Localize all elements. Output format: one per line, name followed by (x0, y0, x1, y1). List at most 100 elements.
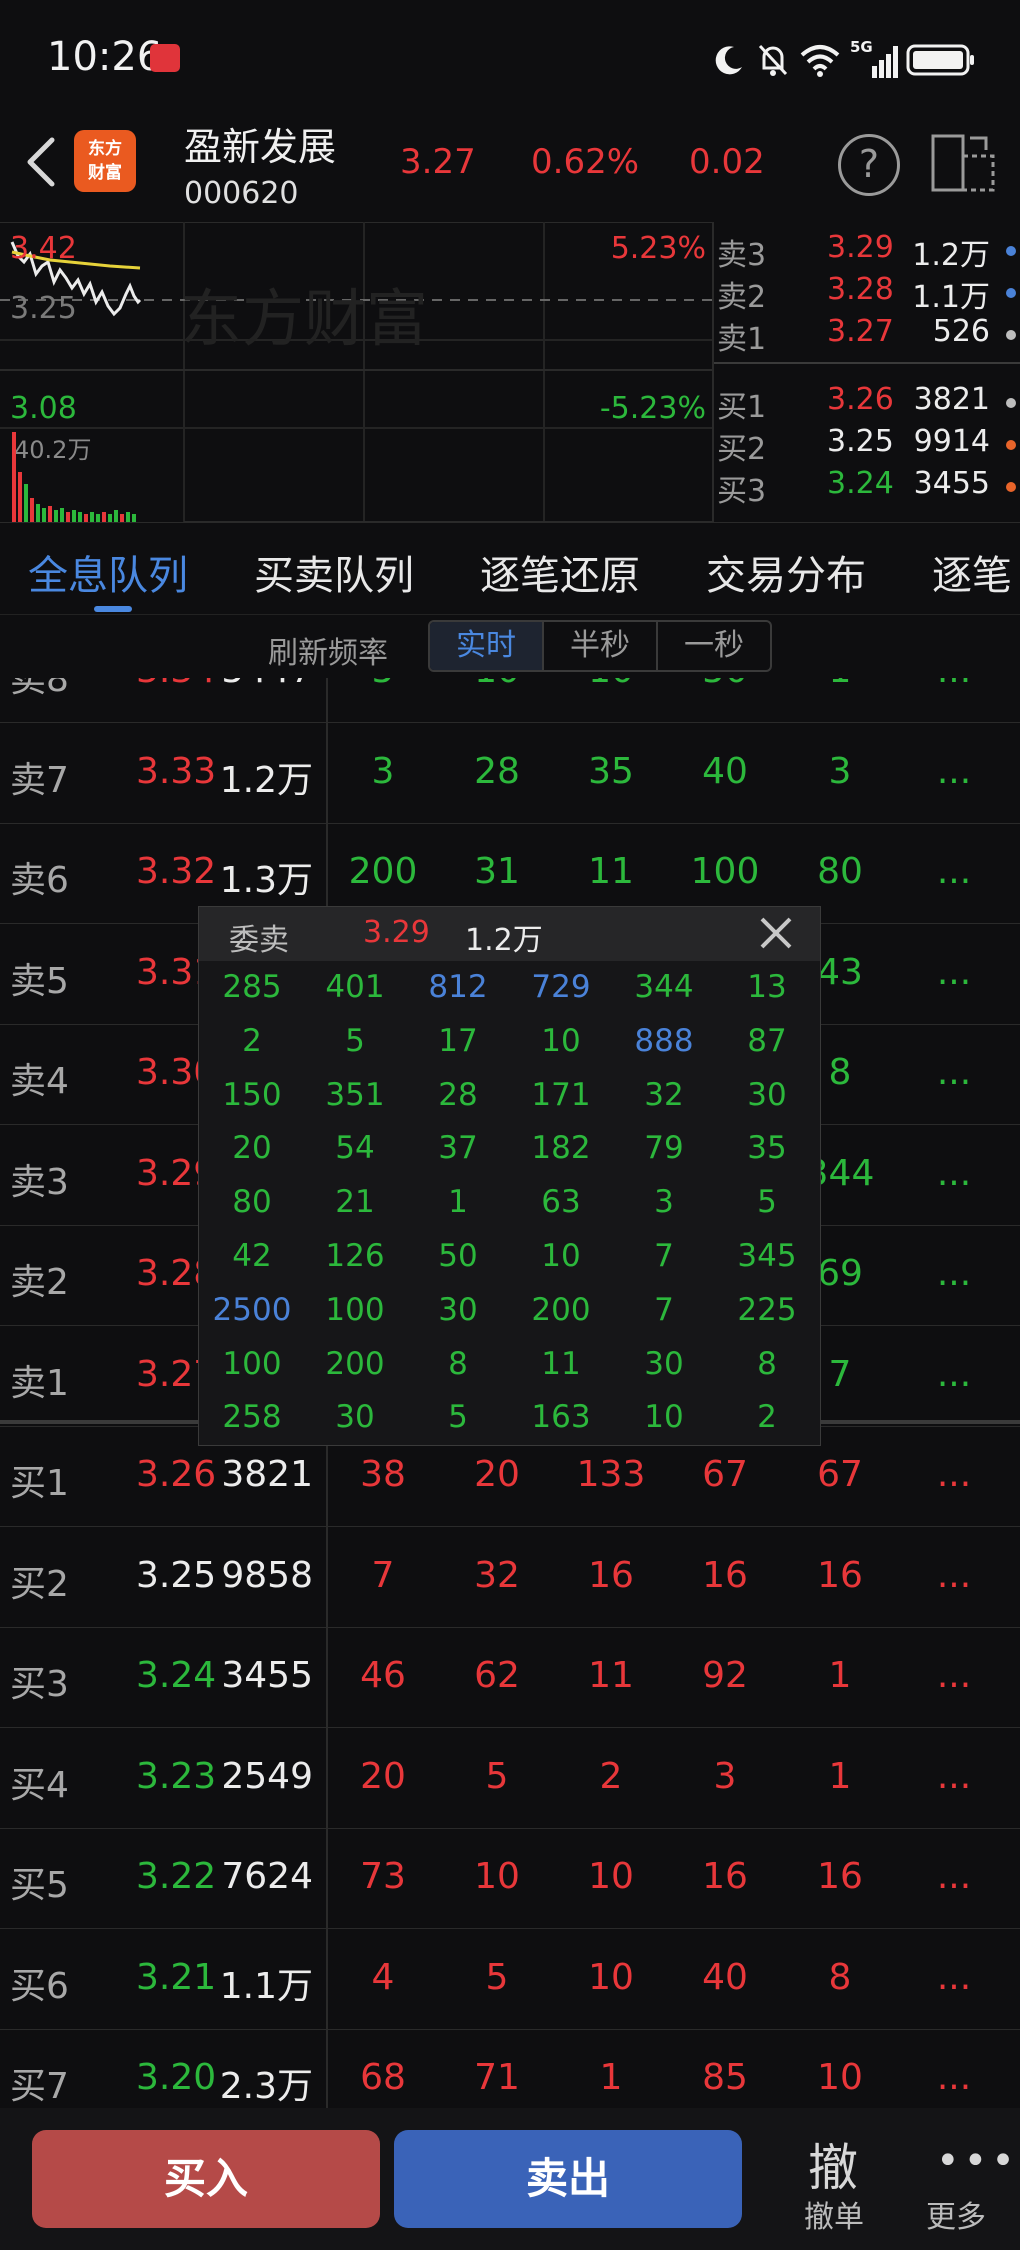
mini-order-book[interactable]: 卖3 3.29 1.2万 卖2 3.28 1.1万 卖1 3.27 526 买1 3.26 3821 买… (712, 222, 1020, 522)
popup-order-cell: 150 (222, 1076, 282, 1113)
popup-order-cell: 30 (644, 1345, 684, 1382)
cancel-order-icon[interactable]: 撤 (808, 2128, 858, 2200)
mini-book-label: 卖2 (717, 280, 767, 315)
popup-order-cell: 28 (438, 1076, 478, 1113)
mini-book-row[interactable]: 卖1 3.27 526 (712, 314, 1020, 357)
mini-book-label: 买1 (717, 390, 767, 425)
popup-order-cell: 42 (232, 1238, 272, 1274)
queue-row[interactable]: 买5 3.22 7624 73 10 10 16 16... (0, 1828, 1020, 1929)
queue-row-label: 买2 (10, 1563, 69, 1605)
popup-price: 3.29 (363, 915, 430, 950)
wifi-icon (800, 45, 840, 77)
mini-book-row[interactable]: 卖2 3.28 1.1万 (712, 272, 1020, 315)
queue-row-label: 卖3 (10, 1161, 69, 1203)
chart-volume-max: 40.2万 (14, 436, 91, 464)
queue-order-cell: 10 (474, 1856, 520, 1897)
popup-order-cell: 171 (531, 1076, 591, 1113)
queue-row-label: 卖2 (10, 1262, 69, 1303)
queue-order-cell: 16 (702, 1856, 748, 1897)
popup-order-cell: 401 (325, 969, 385, 1005)
popup-order-cell: 54 (335, 1130, 375, 1167)
queue-order-cell: 2 (599, 1755, 623, 1797)
queue-row[interactable]: 买6 3.21 1.1万 4 5 10 40 8... (0, 1929, 1020, 2030)
mini-book-label: 买3 (717, 474, 767, 509)
back-button[interactable] (18, 132, 68, 192)
tab-bid-ask-queue[interactable]: 买卖队列 (254, 543, 414, 601)
queue-row[interactable]: 买2 3.25 9858 7 32 16 16 16... (0, 1527, 1020, 1628)
refresh-option-one-second[interactable]: 一秒 (656, 622, 770, 670)
mini-book-volume: 1.2万 (912, 238, 990, 273)
queue-row[interactable]: 卖7 3.33 1.2万 3 28 35 40 3... (0, 723, 1020, 824)
mini-book-row[interactable]: 卖3 3.29 1.2万 (712, 230, 1020, 273)
popup-order-cell: 5 (448, 1399, 468, 1436)
queue-order-cell: 31 (474, 851, 520, 892)
mini-book-dot (1006, 482, 1016, 492)
close-icon[interactable] (756, 913, 796, 953)
queue-row-label: 卖4 (10, 1061, 69, 1102)
queue-order-cell: 7 (371, 1554, 395, 1596)
mini-book-row[interactable]: 买2 3.25 9914 (712, 424, 1020, 467)
queue-row-label: 卖1 (10, 1362, 69, 1404)
queue-row[interactable]: 买4 3.23 2549 20 5 2 3 1... (0, 1728, 1020, 1829)
queue-row-price: 3.33 (136, 750, 217, 792)
mini-book-volume: 9914 (913, 424, 990, 459)
queue-row-price: 3.23 (136, 1755, 217, 1797)
popup-order-cell: 7 (654, 1291, 674, 1328)
queue-order-cell: 71 (474, 2057, 520, 2098)
mini-book-price: 3.26 (827, 382, 894, 417)
buy-button[interactable]: 买入 (32, 2130, 380, 2228)
queue-row[interactable]: 卖8 3.34 5447 5 10 10 50 1... (0, 678, 1020, 723)
queue-row-price: 3.21 (136, 1956, 217, 1998)
tab-tick-more[interactable]: 逐笔 (932, 543, 1012, 601)
refresh-option-realtime[interactable]: 实时 (430, 622, 542, 670)
sell-button[interactable]: 卖出 (394, 2130, 742, 2228)
refresh-option-half-second[interactable]: 半秒 (542, 622, 656, 670)
queue-row-volume: 1.3万 (219, 860, 313, 901)
tab-full-queue[interactable]: 全息队列 (28, 543, 188, 601)
queue-row[interactable]: 买3 3.24 3455 46 62 11 92 1... (0, 1627, 1020, 1728)
popup-order-cell: 345 (737, 1238, 797, 1274)
queue-order-cell: 28 (474, 750, 520, 792)
split-screen-icon[interactable] (930, 132, 996, 194)
queue-row[interactable]: 买7 3.20 2.3万 68 71 1 85 10... (0, 2029, 1020, 2108)
more-label[interactable]: 更多 (926, 2192, 986, 2236)
mini-book-volume: 3821 (913, 382, 990, 417)
queue-row-label: 卖8 (10, 678, 69, 700)
popup-order-cell: 50 (438, 1238, 478, 1274)
tab-trade-distribution[interactable]: 交易分布 (706, 543, 866, 601)
mini-book-price: 3.24 (827, 466, 894, 501)
popup-order-cell: 812 (428, 969, 488, 1005)
help-button[interactable]: ? (838, 134, 900, 196)
queue-order-cell: ... (936, 1052, 972, 1093)
moon-icon (715, 46, 742, 75)
popup-order-cell: 2500 (212, 1291, 292, 1328)
queue-order-cell: 35 (588, 750, 634, 792)
queue-order-cell: 38 (360, 1454, 406, 1495)
queue-order-cell: ... (936, 1152, 972, 1194)
queue-row-volume: 3821 (221, 1454, 313, 1495)
stock-name: 盈新发展 (184, 125, 337, 169)
more-icon[interactable]: ••• (936, 2138, 1019, 2184)
popup-order-cell: 10 (644, 1399, 684, 1436)
mini-book-dot (1006, 288, 1016, 298)
mini-book-row[interactable]: 买1 3.26 3821 (712, 382, 1020, 425)
mini-book-label: 买2 (717, 432, 767, 467)
queue-order-cell: ... (936, 951, 972, 993)
cellular-signal-icon: 5G (850, 38, 898, 78)
queue-order-cell: ... (936, 1353, 972, 1395)
queue-row-volume: 2549 (221, 1755, 313, 1797)
cancel-order-label[interactable]: 撤单 (804, 2192, 864, 2236)
queue-order-cell: 8 (828, 1956, 852, 1998)
queue-order-cell: 4 (371, 1956, 395, 1998)
popup-title: 委卖 (229, 923, 289, 958)
tab-indicator (94, 606, 132, 612)
queue-order-cell: ... (936, 2057, 972, 2098)
refresh-rate-label: 刷新频率 (268, 636, 388, 671)
tab-tick-restore[interactable]: 逐笔还原 (480, 543, 640, 601)
queue-order-cell: 46 (360, 1655, 406, 1696)
queue-order-cell: 32 (474, 1554, 520, 1596)
queue-order-cell: 73 (360, 1856, 406, 1897)
chart-high-price: 3.42 (10, 231, 77, 266)
mini-book-row[interactable]: 买3 3.24 3455 (712, 466, 1020, 509)
queue-order-cell: 5 (485, 1755, 509, 1797)
